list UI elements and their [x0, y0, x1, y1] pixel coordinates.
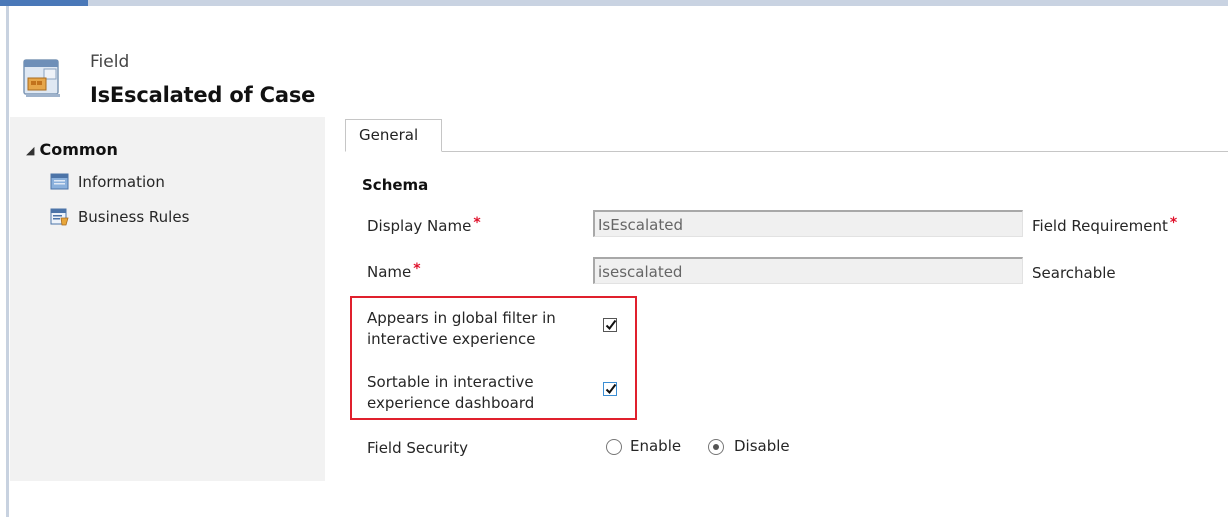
radio-disable-label[interactable]: Disable: [734, 437, 790, 455]
display-name-label: Display Name *: [367, 215, 481, 235]
searchable-label: Searchable: [1032, 264, 1116, 282]
checkmark-icon: [605, 383, 617, 395]
nav-item-business-rules[interactable]: Business Rules: [50, 207, 189, 226]
field-security-label: Field Security: [367, 439, 468, 457]
name-label: Name *: [367, 261, 421, 281]
left-border: [6, 6, 9, 517]
radio-enable-label[interactable]: Enable: [630, 437, 681, 455]
section-title-schema: Schema: [362, 176, 429, 194]
nav-item-information[interactable]: Information: [50, 172, 165, 191]
radio-enable[interactable]: [606, 439, 622, 455]
nav-section-common[interactable]: ◢ Common: [26, 140, 118, 159]
header-kind: Field: [90, 52, 130, 72]
tab-strip-line: [345, 151, 1228, 152]
field-requirement-label: Field Requirement *: [1032, 215, 1178, 235]
top-bar: [0, 0, 1228, 6]
sortable-label: Sortable in interactive experience dashb…: [367, 372, 534, 414]
page-title: IsEscalated of Case: [90, 83, 316, 107]
name-field[interactable]: isescalated: [593, 257, 1023, 284]
required-marker: *: [413, 261, 421, 277]
global-filter-label-line2: interactive experience: [367, 330, 536, 348]
checkmark-icon: [605, 319, 617, 331]
name-label-text: Name: [367, 263, 412, 281]
sortable-checkbox[interactable]: [603, 382, 617, 396]
field-requirement-label-text: Field Requirement: [1032, 217, 1168, 235]
information-icon: [50, 173, 69, 191]
nav-section-label: Common: [39, 140, 118, 159]
display-name-field[interactable]: IsEscalated: [593, 210, 1023, 237]
collapse-triangle-icon[interactable]: ◢: [26, 144, 34, 157]
sortable-label-line2: experience dashboard: [367, 394, 535, 412]
radio-selected-dot: [713, 444, 719, 450]
global-filter-label-line1: Appears in global filter in: [367, 309, 556, 327]
tab-label: General: [359, 126, 419, 144]
required-marker: *: [1169, 215, 1178, 231]
nav-item-label: Information: [78, 173, 165, 191]
tab-general[interactable]: General: [345, 119, 442, 152]
business-rules-icon: [50, 208, 69, 226]
display-name-label-text: Display Name: [367, 217, 472, 235]
global-filter-checkbox[interactable]: [603, 318, 617, 332]
required-marker: *: [473, 215, 481, 231]
global-filter-label: Appears in global filter in interactive …: [367, 308, 556, 350]
nav-item-label: Business Rules: [78, 208, 190, 226]
sortable-label-line1: Sortable in interactive: [367, 373, 534, 391]
field-entity-icon: [22, 56, 66, 100]
top-bar-accent: [0, 0, 88, 6]
radio-disable[interactable]: [708, 439, 724, 455]
